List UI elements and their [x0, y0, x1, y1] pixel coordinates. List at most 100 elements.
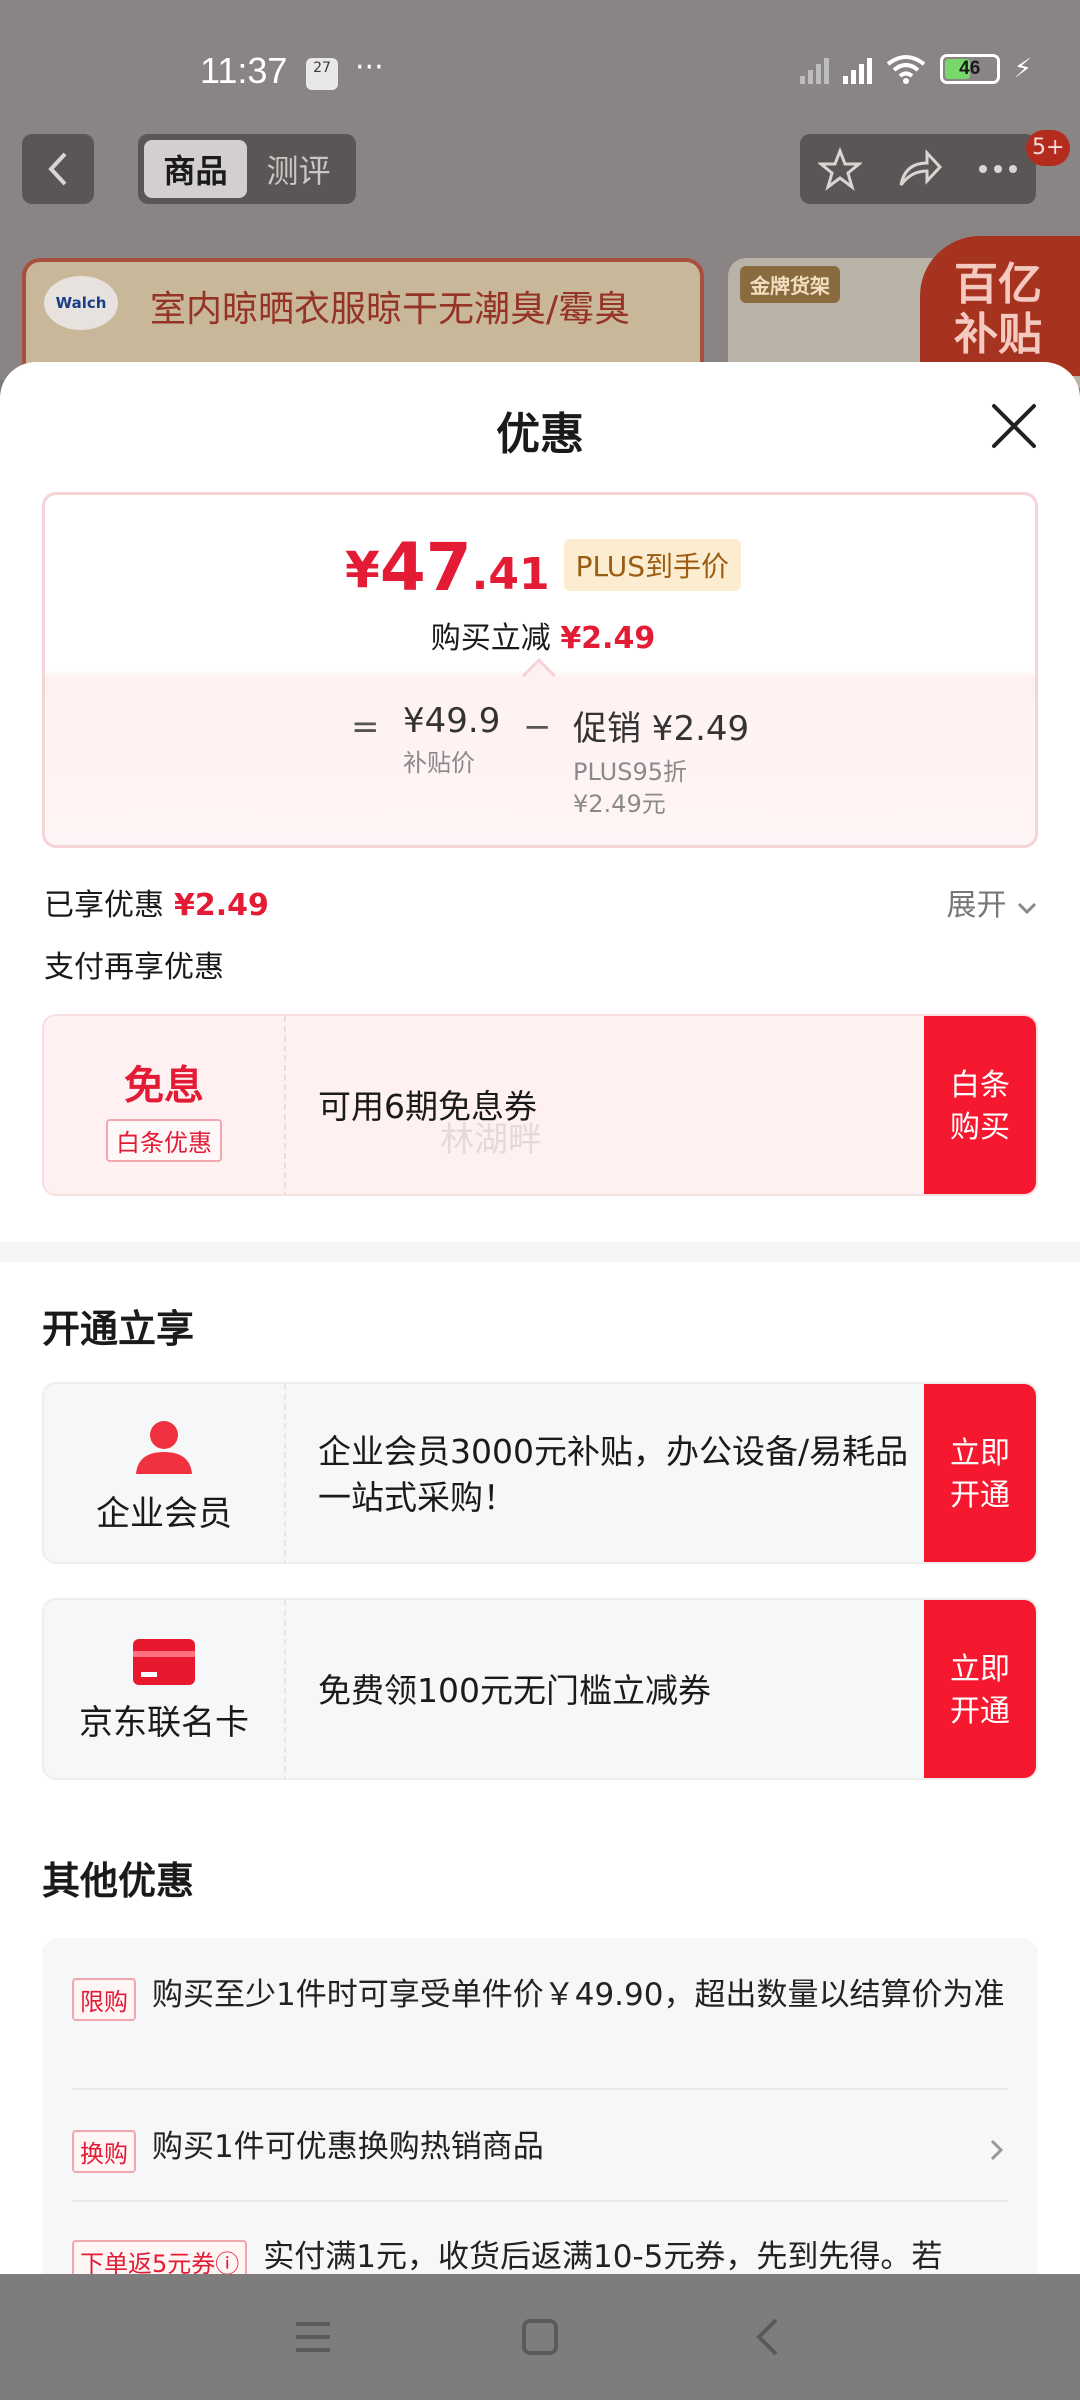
other-item-coupon: 下单返5元券ⓘ 实付满1元，收货后返满10-5元券，先到先得。若 [72, 2234, 1008, 2274]
home-button[interactable] [510, 2307, 570, 2367]
base-price-col: ¥49.9 补贴价 [403, 701, 500, 779]
enterprise-label: 企业会员 [96, 1493, 232, 1534]
exchange-text: 购买1件可优惠换购热销商品 [152, 2129, 544, 2165]
baitiao-buy-label: 白条购买 [950, 1068, 1010, 1145]
chevron-down-icon [1017, 902, 1037, 915]
promo-amount: ¥2.49元 [573, 790, 666, 818]
enterprise-text: 企业会员3000元补贴，办公设备/易耗品一站式采购！ [318, 1432, 909, 1517]
price-integer: 47 [379, 529, 472, 606]
battery-icon: 46 [939, 54, 1000, 84]
star-icon[interactable] [817, 147, 862, 191]
exchange-tag: 换购 [72, 2130, 136, 2173]
reduce-amount: ¥2.49 [560, 621, 656, 656]
battery-level: 46 [959, 58, 981, 79]
pointer-arrow [522, 658, 556, 692]
promo-desc: PLUS95折 [573, 758, 687, 786]
promo-col: 促销 ¥2.49 PLUS95折 ¥2.49元 [573, 701, 749, 820]
baitiao-text: 可用6期免息券 [318, 1087, 537, 1126]
expand-toggle[interactable]: 展开 [946, 880, 1038, 924]
sheet-title: 优惠 [496, 409, 584, 460]
watermark: 林湖畔 [440, 1120, 542, 1160]
jd-card-label: 京东联名卡 [79, 1702, 249, 1743]
signal-icon-sim1 [799, 54, 829, 84]
tab-review[interactable]: 测评 [247, 140, 350, 198]
credit-card-icon [133, 1638, 195, 1685]
chevron-left-icon [48, 152, 67, 186]
divider [72, 2200, 1008, 2202]
enjoyed-discount: 已享优惠 ¥2.49 [44, 880, 269, 924]
baitiao-tag: 白条优惠 [106, 1118, 222, 1162]
reduce-label: 购买立减 [430, 621, 551, 656]
price-currency: ¥ [345, 541, 380, 599]
signal-icon-sim2 [842, 54, 872, 84]
baitiao-buy-button[interactable]: 白条购买 [924, 1016, 1036, 1194]
charging-icon: ⚡ [1013, 54, 1032, 84]
pay-more-title: 支付再享优惠 [44, 950, 224, 985]
instant-reduce: 购买立减 ¥2.49 [45, 613, 1035, 657]
menu-button[interactable] [283, 2307, 343, 2367]
plus-price-tag: PLUS到手价 [563, 539, 741, 591]
enterprise-open-label: 立即开通 [950, 1436, 1010, 1513]
jd-card-open-button[interactable]: 立即开通 [924, 1600, 1036, 1778]
enjoyed-label: 已享优惠 [44, 888, 164, 923]
jd-card-text: 免费领100元无门槛立减券 [318, 1671, 711, 1710]
limit-tag: 限购 [72, 1978, 136, 2021]
formula-equals: = [351, 707, 380, 747]
base-price-label: 补贴价 [403, 749, 475, 777]
baitiao-left: 免息 白条优惠 [44, 1016, 286, 1194]
background-page: 11:37 27 ··· 46 ⚡ 商品 测评 5+ Walch 室内晾晒衣服晾… [0, 0, 1080, 388]
other-item-exchange[interactable]: 换购 购买1件可优惠换购热销商品 [72, 2124, 1008, 2173]
subsidy-logo: 百亿补贴 [920, 236, 1080, 376]
gold-shelf-tag: 金牌货架 [740, 266, 840, 303]
enterprise-open-button[interactable]: 立即开通 [924, 1384, 1036, 1562]
expand-label: 展开 [946, 888, 1007, 923]
calendar-icon: 27 [306, 58, 338, 90]
price-card: ¥ 47 .41 PLUS到手价 购买立减 ¥2.49 = ¥49.9 补贴价 … [42, 492, 1038, 848]
chevron-right-icon [990, 2139, 1004, 2161]
tab-product[interactable]: 商品 [144, 140, 247, 198]
home-icon [521, 2319, 558, 2355]
back-icon [755, 2318, 778, 2356]
jd-card-card: 京东联名卡 免费领100元无门槛立减券 立即开通 [42, 1598, 1038, 1780]
section-divider [0, 1242, 1080, 1262]
price-decimal: .41 [471, 549, 550, 600]
promo-title: 促销 ¥2.49 [573, 709, 750, 749]
discount-sheet: 优惠 ¥ 47 .41 PLUS到手价 购买立减 ¥2.49 = ¥49.9 补… [0, 362, 1080, 2274]
status-icons: 46 ⚡ [799, 54, 1032, 84]
other-discounts: 限购 购买至少1件时可享受单件价￥49.90，超出数量以结算价为准 换购 购买1… [42, 1938, 1038, 2274]
message-badge: 5+ [1026, 130, 1071, 166]
baitiao-card: 免息 白条优惠 可用6期免息券 白条购买 [42, 1014, 1038, 1196]
divider [72, 2088, 1008, 2090]
status-bar: 11:37 27 ··· 46 ⚡ [0, 0, 1080, 120]
menu-icon [296, 2322, 331, 2352]
final-price: ¥ 47 .41 PLUS到手价 [45, 529, 1035, 606]
wifi-icon [886, 55, 925, 84]
jd-card-open-label: 立即开通 [950, 1652, 1010, 1729]
interest-free-title: 免息 [124, 1062, 204, 1109]
coupon-text: 实付满1元，收货后返满10-5元券，先到先得。若 [263, 2239, 943, 2274]
limit-text: 购买至少1件时可享受单件价￥49.90，超出数量以结算价为准 [152, 1977, 1005, 2013]
back-button[interactable] [22, 134, 94, 204]
close-icon[interactable] [986, 398, 1042, 454]
nav-tabs: 商品 测评 [138, 134, 356, 204]
jd-card-left: 京东联名卡 [44, 1600, 286, 1778]
more-icon[interactable] [978, 164, 1018, 174]
brand-logo: Walch [44, 276, 118, 330]
status-time: 11:37 [200, 50, 288, 91]
user-icon [136, 1420, 192, 1474]
share-icon[interactable] [897, 149, 943, 189]
open-section-title: 开通立享 [42, 1307, 195, 1351]
formula-minus: − [523, 707, 552, 747]
base-price: ¥49.9 [403, 701, 501, 741]
enterprise-card: 企业会员 企业会员3000元补贴，办公设备/易耗品一站式采购！ 立即开通 [42, 1382, 1038, 1564]
system-nav-bar [0, 2274, 1080, 2400]
promo-text: 室内晾晒衣服晾干无潮臭/霉臭 [150, 289, 631, 330]
other-item-limit: 限购 购买至少1件时可享受单件价￥49.90，超出数量以结算价为准 [72, 1972, 1008, 2021]
enjoyed-amount: ¥2.49 [174, 888, 269, 923]
back-nav-button[interactable] [737, 2307, 797, 2367]
other-section-title: 其他优惠 [42, 1859, 195, 1903]
coupon-tag[interactable]: 下单返5元券ⓘ [72, 2240, 248, 2274]
more-notifications-icon: ··· [355, 50, 384, 85]
nav-actions [800, 134, 1036, 204]
enterprise-left: 企业会员 [44, 1384, 286, 1562]
